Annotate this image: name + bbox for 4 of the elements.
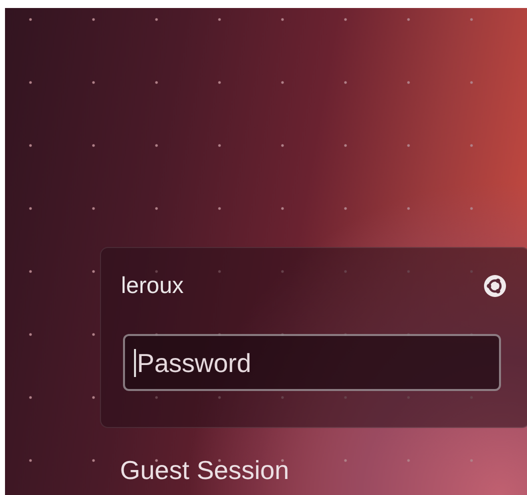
password-field[interactable]: Password [123, 334, 501, 391]
session-logo-icon[interactable] [484, 274, 506, 296]
guest-session-item[interactable]: Guest Session [120, 454, 290, 486]
username: leroux [121, 274, 184, 297]
